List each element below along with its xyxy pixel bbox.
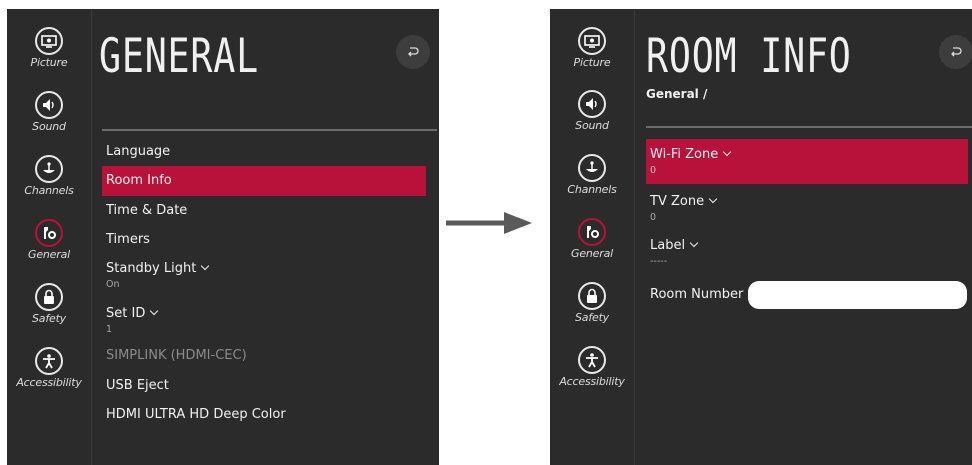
menu-item-timers[interactable]: Timers [106,232,150,247]
menu-item-value: 0 [650,165,657,176]
sidebar-item-label: Channels [24,184,74,197]
sound-icon [578,90,606,118]
settings-sidebar: Picture Sound Channels General Safety Ac… [550,9,635,465]
room-number-input[interactable] [748,281,967,309]
sidebar-item-label: Picture [30,56,68,69]
menu-item-label: Room Info [106,173,172,188]
general-icon [35,219,63,247]
menu-item-wifi-zone[interactable]: Wi-Fi Zone 0 [646,139,968,184]
sidebar-item-sound[interactable]: Sound [550,90,634,132]
menu-item-room-info[interactable]: Room Info [102,166,426,196]
sidebar-item-accessibility[interactable]: Accessibility [7,347,91,389]
divider [102,129,437,131]
sidebar-item-picture[interactable]: Picture [550,27,634,69]
sidebar-item-label: Sound [32,120,66,133]
menu-item-usb-eject[interactable]: USB Eject [106,378,169,393]
menu-item-value: 0 [650,212,657,223]
back-button[interactable] [396,35,430,69]
sidebar-item-general[interactable]: General [550,218,634,260]
menu-item-label: TV Zone [650,194,705,209]
sidebar-item-safety[interactable]: Safety [7,283,91,325]
menu-item-content: Wi-Fi Zone 0 [650,147,732,176]
accessibility-icon [35,347,63,375]
page-title: GENERAL [99,29,259,84]
channels-icon [578,154,606,182]
menu-item-standby-light[interactable]: Standby Light On [106,261,210,290]
sidebar-item-sound[interactable]: Sound [7,91,91,133]
menu-item-label: Standby Light [106,261,197,276]
back-arrow-icon [951,47,962,57]
room-info-screen: Picture Sound Channels General Safety Ac… [550,9,972,465]
sidebar-item-picture[interactable]: Picture [7,27,91,69]
menu-item-simplink: SIMPLINK (HDMI-CEC) [106,348,247,363]
sidebar-item-channels[interactable]: Channels [7,155,91,197]
picture-icon [35,27,63,55]
menu-item-value: ----- [650,256,668,267]
menu-item-language[interactable]: Language [106,144,170,159]
sidebar-item-label: Safety [575,311,609,324]
chevron-down-icon [723,147,732,157]
menu-item-label-field[interactable]: Label ----- [650,238,699,267]
safety-icon [578,282,606,310]
sidebar-item-label: General [571,247,613,260]
general-icon [578,218,606,246]
chevron-down-icon [708,194,718,204]
room-number-label: Room Number [650,287,744,302]
sound-icon [35,91,63,119]
sidebar-item-safety[interactable]: Safety [550,282,634,324]
sidebar-item-label: Accessibility [559,375,625,388]
menu-item-value: On [106,279,120,290]
page-title: ROOM INFO [646,29,852,84]
chevron-down-icon [201,261,210,271]
breadcrumb: General / [646,87,708,101]
sidebar-item-label: General [28,248,70,261]
menu-item-set-id[interactable]: Set ID 1 [106,306,159,335]
chevron-down-icon [150,306,159,316]
menu-item-tv-zone[interactable]: TV Zone 0 [650,194,718,223]
sidebar-item-label: Sound [575,119,609,132]
sidebar-item-label: Picture [573,56,611,69]
sidebar-item-general[interactable]: General [7,219,91,261]
safety-icon [35,283,63,311]
sidebar-item-accessibility[interactable]: Accessibility [550,346,634,388]
back-button[interactable] [939,35,972,69]
menu-item-label: Label [650,238,686,253]
back-arrow-icon [408,47,419,57]
settings-sidebar: Picture Sound Channels General Safety Ac… [7,9,92,465]
chevron-down-icon [689,238,699,248]
right-arrow-icon [446,212,532,234]
picture-icon [578,27,606,55]
accessibility-icon [578,346,606,374]
sidebar-item-label: Safety [32,312,66,325]
general-settings-screen: Picture Sound Channels General Safety Ac… [7,9,439,465]
channels-icon [35,155,63,183]
menu-item-value: 1 [106,324,113,335]
sidebar-item-label: Accessibility [16,376,82,389]
menu-item-hdmi-deep-color[interactable]: HDMI ULTRA HD Deep Color [106,407,286,422]
menu-item-time-date[interactable]: Time & Date [106,203,187,218]
sidebar-item-label: Channels [567,183,617,196]
menu-item-label: Wi-Fi Zone [650,147,719,162]
divider [646,126,972,128]
sidebar-item-channels[interactable]: Channels [550,154,634,196]
menu-item-label: Set ID [106,306,146,321]
